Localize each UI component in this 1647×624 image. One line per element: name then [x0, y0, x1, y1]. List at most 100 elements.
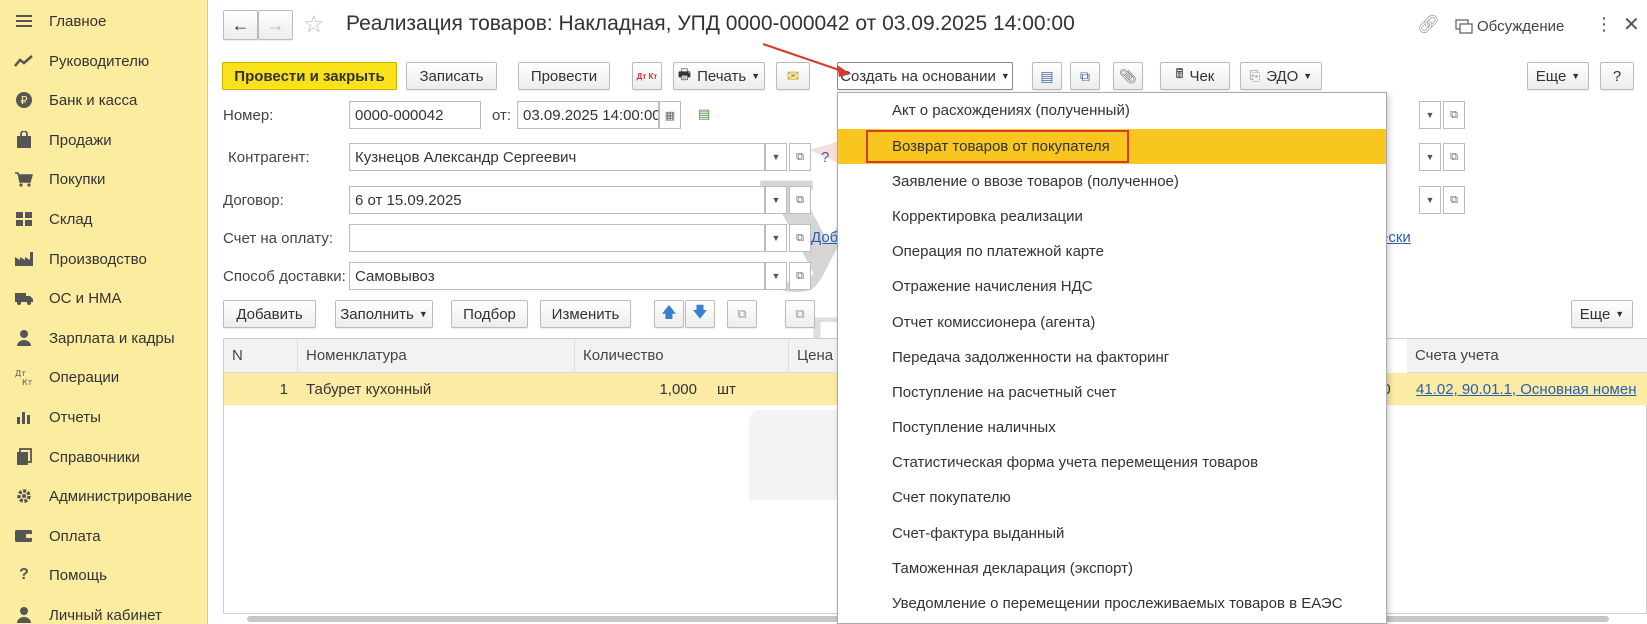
- menu-item[interactable]: Уведомление о перемещении прослеживаемых…: [838, 586, 1386, 621]
- menu-item[interactable]: Счет покупателю: [838, 480, 1386, 515]
- contractor-dropdown-button[interactable]: ▼: [765, 143, 787, 171]
- column-header-quantity[interactable]: Количество: [575, 339, 789, 373]
- sidebar-item-directories[interactable]: Справочники: [0, 439, 208, 475]
- contractor-open-button[interactable]: ⧉: [789, 143, 811, 171]
- sidebar-item-manager[interactable]: Руководителю: [0, 43, 208, 79]
- menu-item[interactable]: Поступление на расчетный счет: [838, 375, 1386, 410]
- sidebar: Главное Руководителю ₽ Банк и касса Прод…: [0, 0, 208, 624]
- cell-n: 1: [279, 380, 288, 398]
- menu-item[interactable]: Таможенная декларация (экспорт): [838, 551, 1386, 586]
- delivery-input[interactable]: Самовывоз: [349, 262, 765, 290]
- chevron-down-icon: ▼: [771, 233, 781, 243]
- sidebar-item-bank[interactable]: ₽ Банк и касса: [0, 82, 208, 118]
- more-button[interactable]: Еще ▼: [1527, 62, 1589, 90]
- menu-item[interactable]: Передача задолженности на факторинг: [838, 340, 1386, 375]
- dtkt-report-button[interactable]: Дт Кт: [632, 62, 662, 90]
- menu-item[interactable]: Операция по платежной карте: [838, 234, 1386, 269]
- chevron-down-icon: ▼: [771, 271, 781, 281]
- menu-item[interactable]: Заявление о ввозе товаров (полученное): [838, 164, 1386, 199]
- sidebar-item-main[interactable]: Главное: [0, 3, 208, 39]
- document-list-button[interactable]: ▤: [1032, 62, 1062, 90]
- help-button[interactable]: ?: [1600, 62, 1634, 90]
- sidebar-item-purchases[interactable]: Покупки: [0, 161, 208, 197]
- sidebar-item-label: Главное: [49, 12, 107, 30]
- right-field-open-button[interactable]: ⧉: [1443, 143, 1465, 171]
- change-button[interactable]: Изменить: [540, 300, 631, 328]
- sidebar-item-label: Банк и касса: [49, 91, 138, 109]
- menu-item[interactable]: Счет-фактура выданный: [838, 516, 1386, 551]
- sidebar-item-operations[interactable]: Дт Кт Операции: [0, 359, 208, 395]
- paste-row-button[interactable]: ⧉: [785, 300, 815, 328]
- edo-button[interactable]: ⎘ ЭДО ▼: [1240, 62, 1322, 90]
- menu-item-label: Поступление наличных: [892, 419, 1056, 436]
- column-header-item[interactable]: Номенклатура: [298, 339, 575, 373]
- sidebar-item-production[interactable]: Производство: [0, 241, 208, 277]
- sidebar-item-salary[interactable]: Зарплата и кадры: [0, 320, 208, 356]
- sidebar-item-fixed-assets[interactable]: ОС и НМА: [0, 280, 208, 316]
- menu-item[interactable]: Акт о расхождениях (полученный): [838, 93, 1386, 128]
- right-field-dropdown-button[interactable]: ▼: [1419, 186, 1441, 214]
- add-link-partial[interactable]: Доб: [811, 229, 838, 246]
- menu-item[interactable]: Поступление наличных: [838, 410, 1386, 445]
- contract-input[interactable]: 6 от 15.09.2025: [349, 186, 765, 214]
- date-input[interactable]: 03.09.2025 14:00:00: [517, 101, 659, 129]
- forward-button[interactable]: →: [258, 10, 293, 40]
- right-field-dropdown-button[interactable]: ▼: [1419, 143, 1441, 171]
- cell-accounts-link[interactable]: 41.02, 90.01.1, Основная номен: [1416, 373, 1647, 405]
- column-header-n[interactable]: N: [224, 339, 298, 373]
- invoice-input[interactable]: [349, 224, 765, 252]
- back-button[interactable]: ←: [223, 10, 258, 40]
- favorite-star-icon[interactable]: ☆: [303, 10, 325, 39]
- attach-file-button[interactable]: 📎︎: [1113, 62, 1143, 90]
- invoice-dropdown-button[interactable]: ▼: [765, 224, 787, 252]
- sidebar-item-payment[interactable]: Оплата: [0, 518, 208, 554]
- cell-unit: шт: [717, 380, 736, 398]
- move-down-button[interactable]: 🡇︎: [685, 300, 715, 328]
- column-header-accounts[interactable]: Счета учета: [1407, 339, 1647, 373]
- right-field-open-button[interactable]: ⧉: [1443, 186, 1465, 214]
- table-more-button[interactable]: Еще ▼: [1571, 300, 1633, 328]
- structure-button[interactable]: ⧉: [1070, 62, 1100, 90]
- post-button[interactable]: Провести: [518, 62, 610, 90]
- save-button[interactable]: Записать: [406, 62, 497, 90]
- sidebar-item-warehouse[interactable]: Склад: [0, 201, 208, 237]
- menu-item[interactable]: Корректировка реализации: [838, 199, 1386, 234]
- invoice-open-button[interactable]: ⧉: [789, 224, 811, 252]
- open-icon: ⧉: [1450, 108, 1458, 121]
- link-icon[interactable]: 🔗︎: [1417, 14, 1440, 35]
- contractor-input[interactable]: Кузнецов Александр Сергеевич: [349, 143, 765, 171]
- select-button[interactable]: Подбор: [451, 300, 528, 328]
- delivery-dropdown-button[interactable]: ▼: [765, 262, 787, 290]
- sidebar-item-sales[interactable]: Продажи: [0, 122, 208, 158]
- arrow-left-icon: ←: [231, 14, 250, 35]
- move-up-button[interactable]: 🡅︎: [654, 300, 684, 328]
- print-button[interactable]: 🖶︎ Печать ▼: [673, 62, 765, 90]
- delivery-open-button[interactable]: ⧉: [789, 262, 811, 290]
- sidebar-item-account[interactable]: Личный кабинет: [0, 597, 208, 624]
- contractor-help-link[interactable]: ?: [821, 149, 829, 166]
- menu-item[interactable]: Отчет комиссионера (агента): [838, 305, 1386, 340]
- fill-button[interactable]: Заполнить ▼: [335, 300, 433, 328]
- menu-item[interactable]: Статистическая форма учета перемещения т…: [838, 445, 1386, 480]
- discussion-button[interactable]: Обсуждение: [1455, 18, 1564, 35]
- post-and-close-button[interactable]: Провести и закрыть: [222, 62, 397, 90]
- right-field-dropdown-button[interactable]: ▼: [1419, 101, 1441, 129]
- chat-icon: [1455, 18, 1473, 34]
- menu-item[interactable]: Отражение начисления НДС: [838, 269, 1386, 304]
- sidebar-item-administration[interactable]: Администрирование: [0, 478, 208, 514]
- calendar-button[interactable]: ▦: [659, 101, 681, 129]
- kebab-menu-icon[interactable]: ⋮: [1595, 14, 1613, 35]
- add-row-button[interactable]: Добавить: [223, 300, 316, 328]
- menu-item-return-goods[interactable]: Возврат товаров от покупателя: [838, 129, 1386, 164]
- right-field-open-button[interactable]: ⧉: [1443, 101, 1465, 129]
- number-input[interactable]: 0000-000042: [349, 101, 481, 129]
- sidebar-item-reports[interactable]: Отчеты: [0, 399, 208, 435]
- copy-row-button[interactable]: ⧉: [727, 300, 757, 328]
- contract-open-button[interactable]: ⧉: [789, 186, 811, 214]
- receipt-button[interactable]: 🖩︎ Чек: [1160, 62, 1230, 90]
- sidebar-item-help[interactable]: ? Помощь: [0, 557, 208, 593]
- create-based-on-button[interactable]: Создать на основании ▼: [837, 62, 1013, 90]
- contract-dropdown-button[interactable]: ▼: [765, 186, 787, 214]
- bag-icon: [14, 130, 34, 150]
- close-icon[interactable]: ✕: [1623, 12, 1640, 37]
